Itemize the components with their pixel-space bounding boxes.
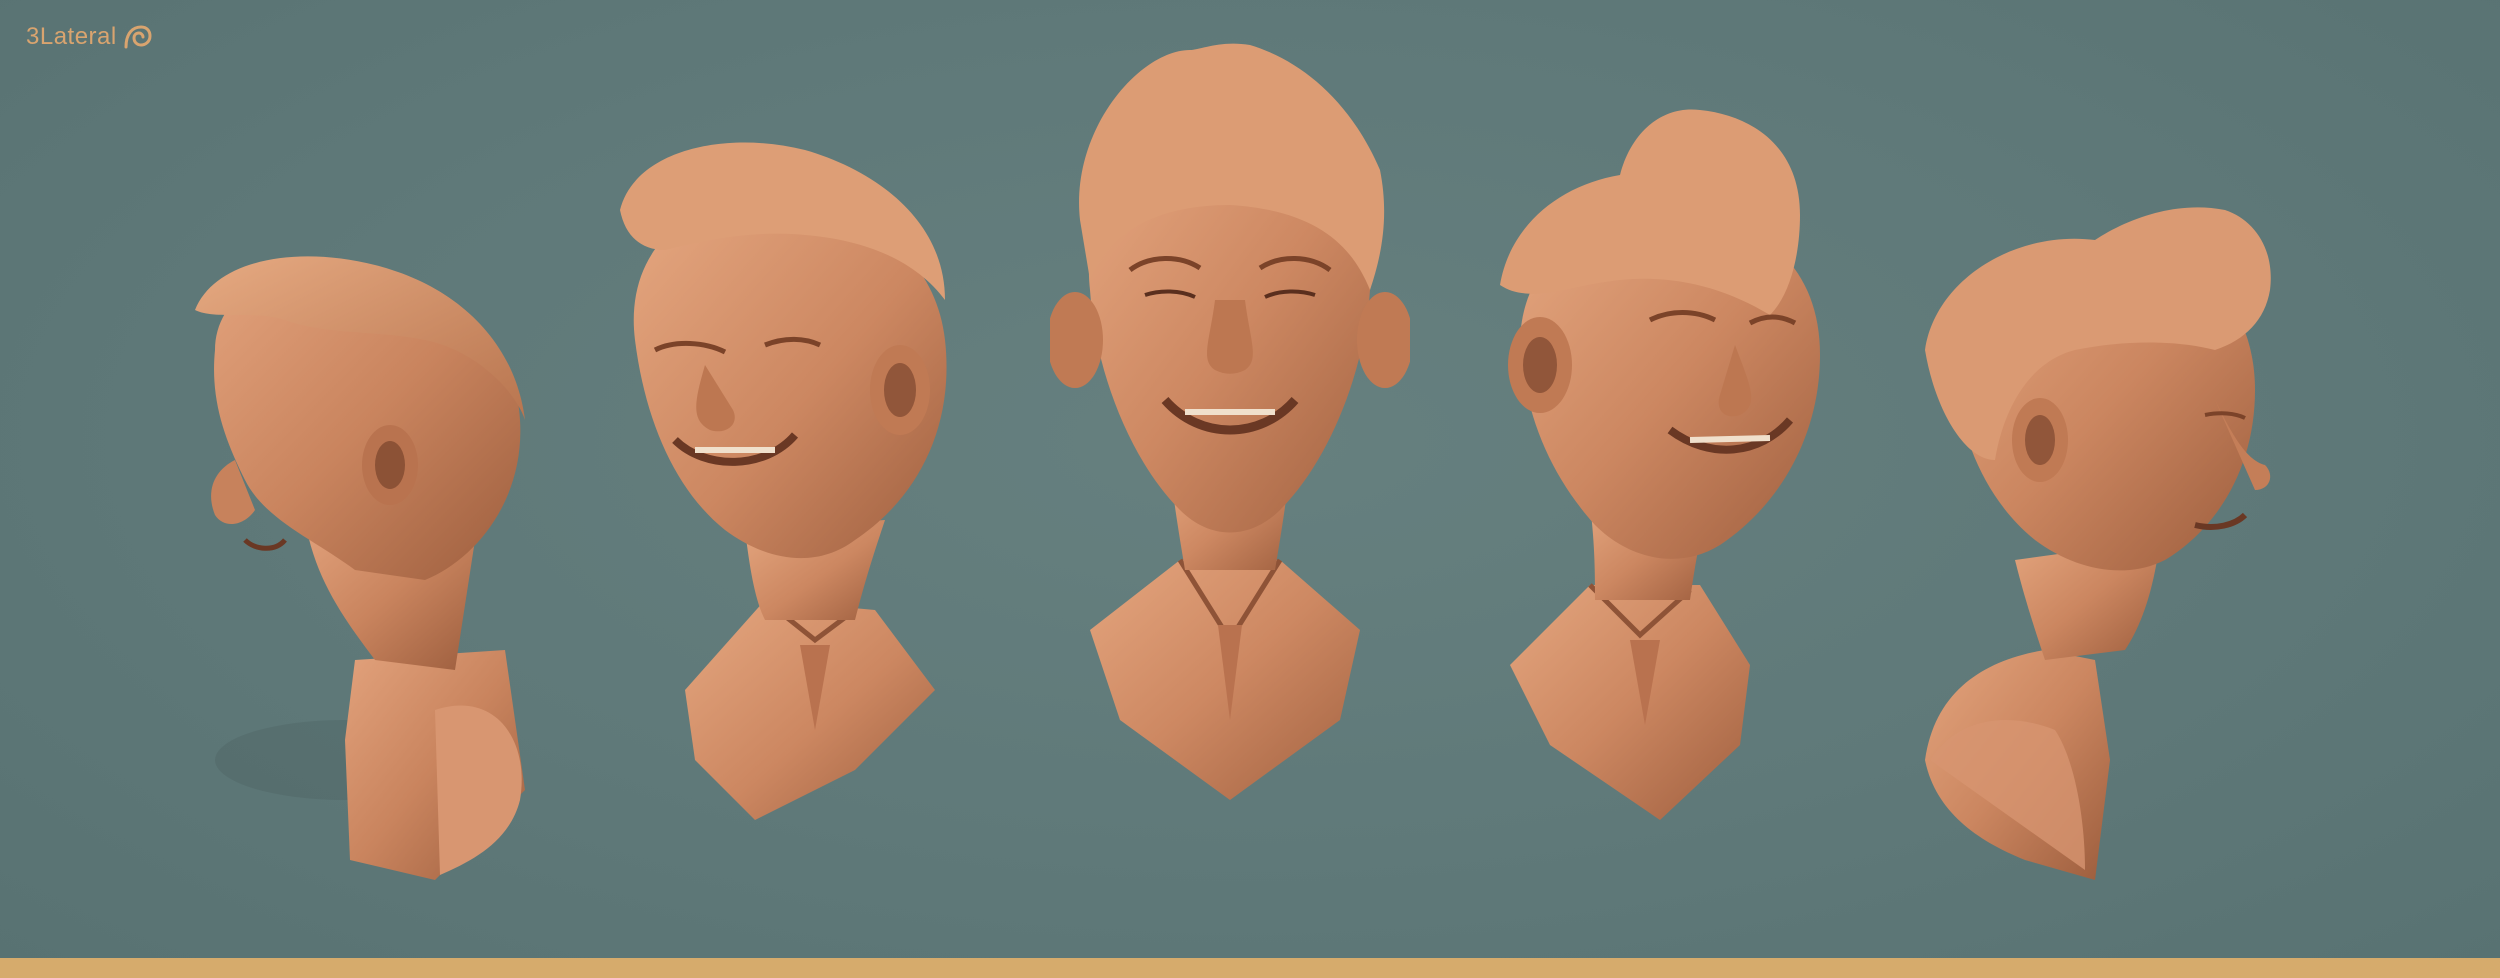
logo-text: 3Lateral: [26, 23, 117, 50]
render-canvas: 3Lateral: [0, 0, 2500, 978]
bust-left-profile: [195, 256, 525, 880]
brand-logo: 3Lateral: [26, 22, 153, 52]
footer-bar: [0, 958, 2500, 978]
bust-right-profile: [1925, 207, 2271, 880]
bust-right-three-quarter: [1500, 109, 1820, 820]
bust-left-three-quarter: [620, 142, 947, 820]
bust-front: [1050, 43, 1410, 800]
logo-mark-icon: [124, 25, 152, 49]
